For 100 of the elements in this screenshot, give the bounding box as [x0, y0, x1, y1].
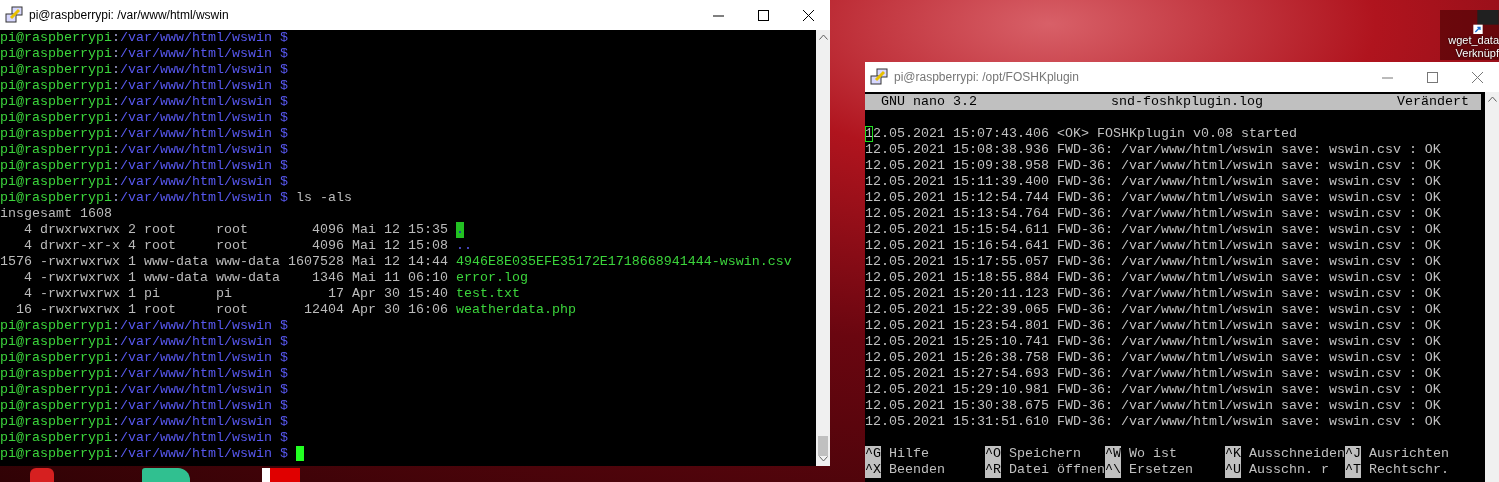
desktop-app-icon[interactable] [262, 468, 300, 482]
log-line: 12.05.2021 15:15:54.611 FWD-36: /var/www/html/wswin save: wswin.csv : OK [865, 222, 1442, 238]
prompt-symbol: $ [279, 382, 288, 398]
prompt-path: /var/www/html/wswin [120, 78, 272, 94]
file-name: test.txt [455, 286, 520, 302]
log-line: 12.05.2021 15:29:10.981 FWD-36: /var/www/html/wswin save: wswin.csv : OK [865, 382, 1442, 398]
file-details: 4 drwxrwxrwx 2 root root 4096 Mai 12 15:35 [23, 222, 449, 238]
prompt-path: /var/www/html/wswin [120, 382, 272, 398]
prompt-user: pi@raspberrypi [0, 158, 112, 174]
file-details: 1576 -rwxrwxrwx 1 www-data www-data 1607528 Mai 12 14:44 [0, 254, 449, 270]
prompt-separator: : [112, 414, 120, 430]
prompt-symbol: $ [279, 46, 288, 62]
prompt-separator: : [112, 382, 120, 398]
shortcut-key: ^G [865, 446, 881, 462]
shortcut-key: ^T [1345, 462, 1361, 478]
file-details: 4 -rwxrwxrwx 1 pi pi 17 Apr 30 15:40 [23, 286, 449, 302]
prompt-symbol: $ [279, 158, 288, 174]
log-line: 12.05.2021 15:26:38.758 FWD-36: /var/www/html/wswin save: wswin.csv : OK [865, 350, 1442, 366]
prompt-user: pi@raspberrypi [0, 414, 112, 430]
prompt-path: /var/www/html/wswin [120, 110, 272, 126]
shortcut-key: ^\ [1105, 462, 1121, 478]
prompt-symbol: $ [279, 350, 288, 366]
shortcut-label: Wo ist [1128, 446, 1177, 462]
prompt-symbol: $ [279, 446, 288, 462]
output-text: insgesamt 1608 [0, 206, 112, 222]
scrollbar[interactable] [1485, 92, 1499, 482]
prompt-symbol: $ [279, 430, 288, 446]
scrollbar[interactable] [816, 30, 830, 466]
prompt-path: /var/www/html/wswin [120, 350, 272, 366]
prompt-separator: : [112, 350, 120, 366]
prompt-symbol: $ [279, 334, 288, 350]
desktop-app-icon[interactable] [142, 468, 190, 482]
shortcut-label: Rechtschr. [1368, 462, 1449, 478]
log-line: 12.05.2021 15:12:54.744 FWD-36: /var/www/html/wswin save: wswin.csv : OK [865, 190, 1442, 206]
file-name: . [455, 222, 464, 238]
prompt-separator: : [112, 94, 120, 110]
prompt-symbol: $ [279, 110, 288, 126]
prompt-path: /var/www/html/wswin [120, 142, 272, 158]
prompt-user: pi@raspberrypi [0, 382, 112, 398]
scroll-up-icon[interactable] [818, 34, 828, 40]
prompt-path: /var/www/html/wswin [120, 318, 272, 334]
log-line: 12.05.2021 15:30:38.675 FWD-36: /var/www/html/wswin save: wswin.csv : OK [865, 398, 1442, 414]
file-name: 4946E8E035EFE35172E1718668941444-wswin.csv [455, 254, 792, 270]
prompt-user: pi@raspberrypi [0, 398, 112, 414]
maximize-icon[interactable] [758, 9, 769, 21]
prompt-separator: : [112, 158, 120, 174]
prompt-symbol: $ [279, 366, 288, 382]
shortcut-icon[interactable] [1473, 10, 1499, 34]
prompt-separator: : [112, 126, 120, 142]
prompt-user: pi@raspberrypi [0, 318, 112, 334]
scroll-down-icon[interactable] [818, 456, 828, 462]
prompt-separator: : [112, 190, 120, 206]
shortcut-label: Ausschneiden [1248, 446, 1345, 462]
shortcut-label: Verknüpf [1455, 47, 1499, 60]
log-line: 12.05.2021 15:25:10.741 FWD-36: /var/www/html/wswin save: wswin.csv : OK [865, 334, 1442, 350]
prompt-path: /var/www/html/wswin [120, 190, 272, 206]
prompt-user: pi@raspberrypi [0, 446, 112, 462]
prompt-path: /var/www/html/wswin [120, 62, 272, 78]
prompt-path: /var/www/html/wswin [120, 46, 272, 62]
prompt-separator: : [112, 78, 120, 94]
prompt-user: pi@raspberrypi [0, 190, 112, 206]
prompt-user: pi@raspberrypi [0, 62, 112, 78]
shortcut-label: Datei öffnen [1008, 462, 1105, 478]
desktop-app-icon[interactable] [30, 468, 54, 482]
log-line: 12.05.2021 15:23:54.801 FWD-36: /var/www/html/wswin save: wswin.csv : OK [865, 318, 1442, 334]
shortcut-label: Speichern [1008, 446, 1081, 462]
prompt-separator: : [112, 318, 120, 334]
shortcut-label: wget_data [1448, 34, 1499, 47]
prompt-symbol: $ [279, 94, 288, 110]
prompt-separator: : [112, 46, 120, 62]
shortcut-key: ^U [1225, 462, 1241, 478]
prompt-path: /var/www/html/wswin [120, 366, 272, 382]
prompt-user: pi@raspberrypi [0, 126, 112, 142]
prompt-separator: : [112, 398, 120, 414]
log-line: 12.05.2021 15:08:38.936 FWD-36: /var/www/html/wswin save: wswin.csv : OK [865, 142, 1442, 158]
prompt-separator: : [112, 110, 120, 126]
file-name: .. [455, 238, 472, 254]
prompt-separator: : [112, 430, 120, 446]
scrollbar-thumb[interactable] [818, 436, 828, 456]
command-text: ls -als [295, 190, 352, 206]
prompt-user: pi@raspberrypi [0, 94, 112, 110]
file-details: 4 drwxr-xr-x 4 root root 4096 Mai 12 15:08 [23, 238, 449, 254]
prompt-path: /var/www/html/wswin [120, 174, 272, 190]
log-line: 12.05.2021 15:13:54.764 FWD-36: /var/www/html/wswin save: wswin.csv : OK [865, 206, 1442, 222]
window-title: pi@raspberrypi: /var/www/html/wswin [29, 8, 229, 22]
shortcut-key: ^O [985, 446, 1001, 462]
close-icon[interactable] [803, 9, 814, 21]
prompt-path: /var/www/html/wswin [120, 446, 272, 462]
prompt-symbol: $ [279, 318, 288, 334]
log-line: 12.05.2021 15:11:39.400 FWD-36: /var/www/html/wswin save: wswin.csv : OK [865, 174, 1442, 190]
prompt-symbol: $ [279, 190, 288, 206]
prompt-user: pi@raspberrypi [0, 30, 112, 46]
prompt-path: /var/www/html/wswin [120, 158, 272, 174]
file-name: snd-foshkplugin.log [1111, 94, 1263, 110]
prompt-symbol: $ [279, 414, 288, 430]
shortcut-key: ^J [1345, 446, 1361, 462]
log-line: 12.05.2021 15:07:43.406 <OK> FOSHKplugin v0.08 started [865, 126, 1298, 142]
log-line: 12.05.2021 15:16:54.641 FWD-36: /var/www/html/wswin save: wswin.csv : OK [865, 238, 1442, 254]
prompt-user: pi@raspberrypi [0, 430, 112, 446]
scroll-up-icon[interactable] [1487, 96, 1497, 102]
